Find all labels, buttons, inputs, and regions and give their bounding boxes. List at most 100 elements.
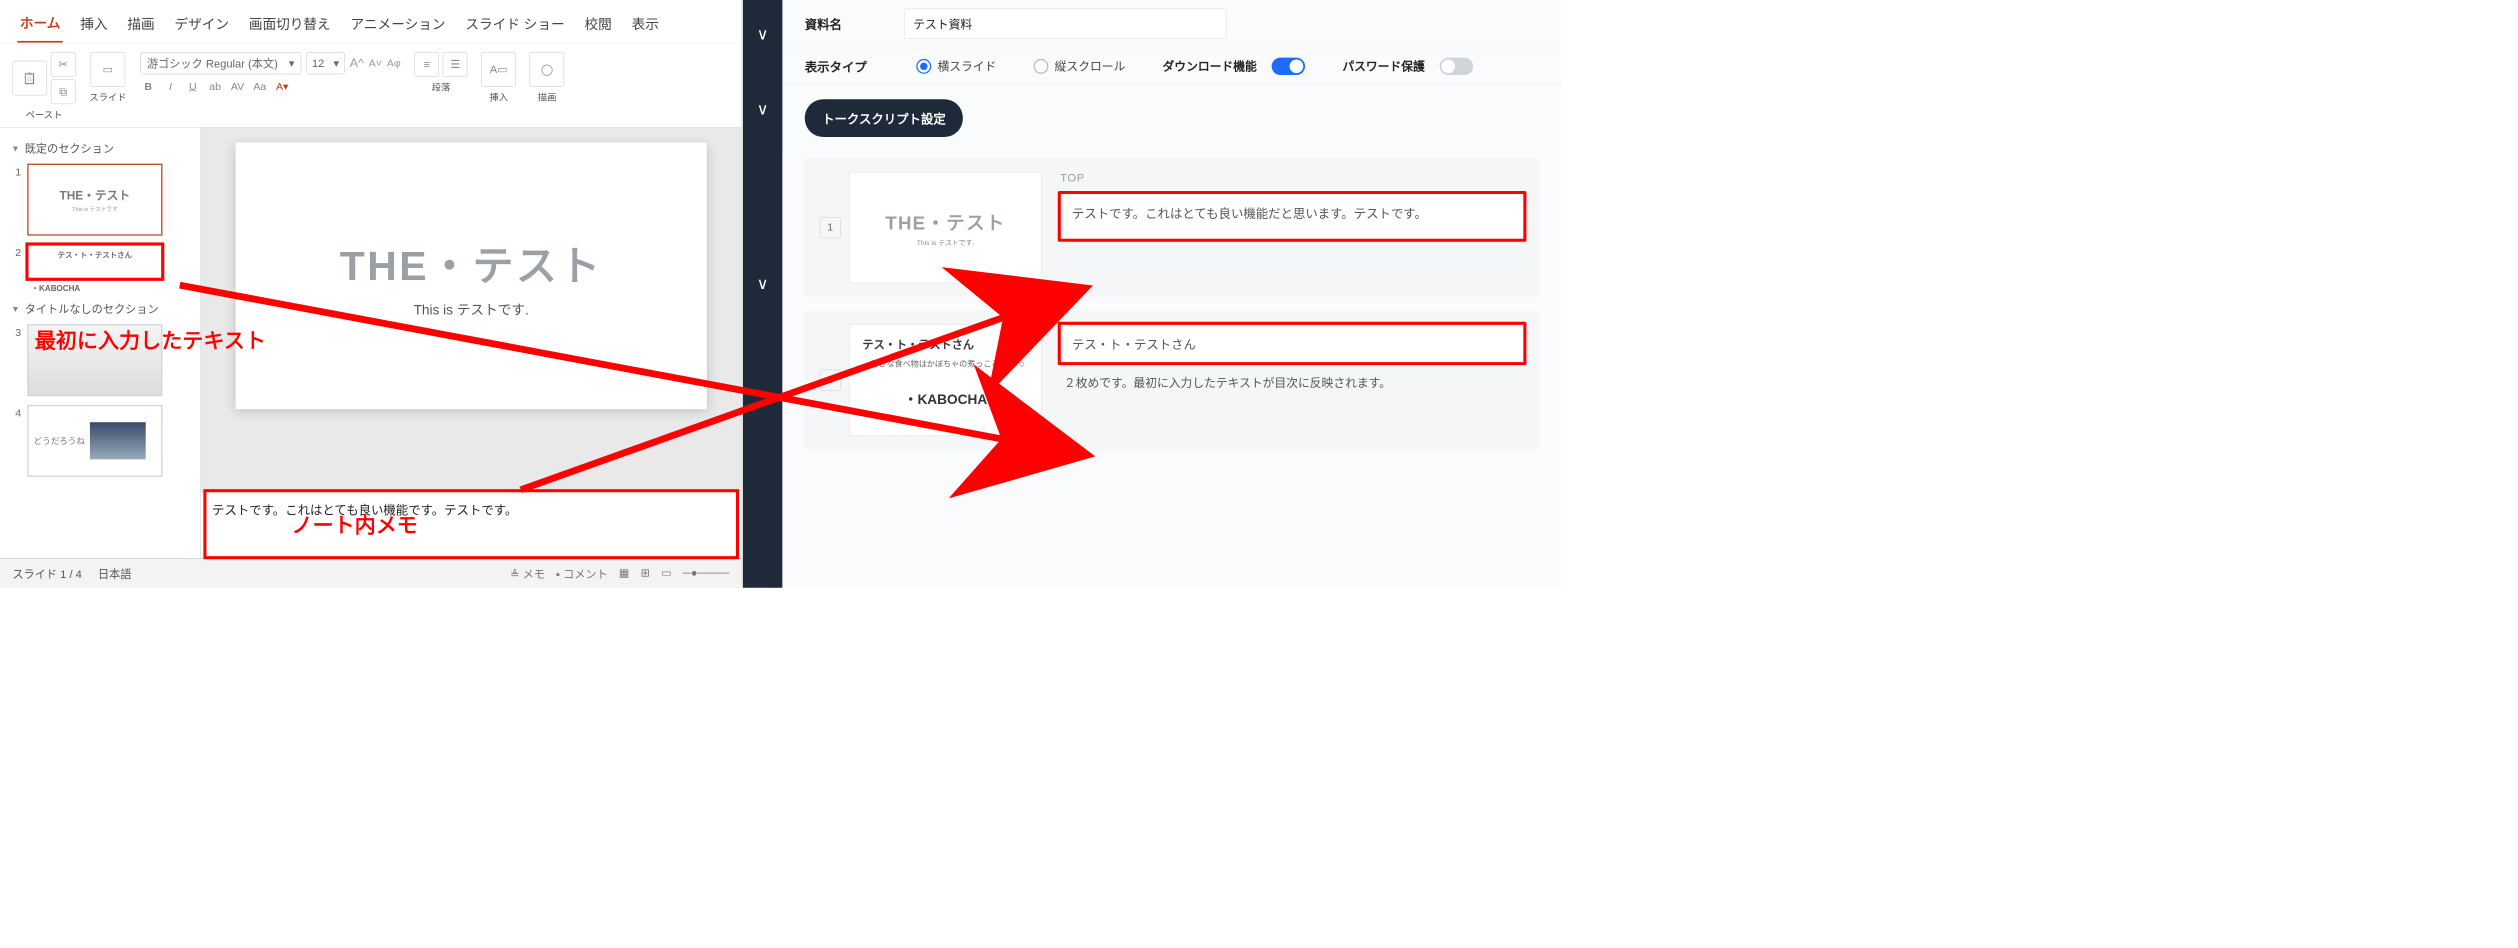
radio-vertical[interactable]: 縦スクロール — [1034, 58, 1126, 75]
ribbon-tabs: ホーム 挿入 描画 デザイン 画面切り替え アニメーション スライド ショー 校… — [0, 0, 742, 43]
shapes-icon[interactable]: ◯ — [530, 52, 565, 87]
thumb-2-title: テス・ト・テストさん — [58, 249, 132, 260]
group-insert-label: 挿入 — [489, 91, 508, 104]
card-1-num: 1 — [820, 217, 841, 238]
group-paste: 📋 ✂︎ ⧉ ペースト — [12, 52, 75, 121]
strike-icon[interactable]: ab — [207, 81, 223, 93]
notes-text: テストです。これはとても良い機能です。テストです。 — [212, 504, 517, 518]
download-toggle[interactable] — [1272, 57, 1305, 74]
section-untitled[interactable]: タイトルなしのセクション — [11, 301, 191, 317]
tab-animation[interactable]: アニメーション — [348, 8, 448, 41]
card-2-num: 2 — [820, 370, 841, 391]
font-color-icon[interactable]: A▾ — [274, 81, 290, 93]
powerpoint-window: ホーム 挿入 描画 デザイン 画面切り替え アニメーション スライド ショー 校… — [0, 0, 743, 588]
status-bar: スライド 1 / 4 日本語 ≜ メモ ▪ コメント ▦ ⊞ ▭ ─●──── — [0, 558, 742, 588]
underline-icon[interactable]: U — [185, 81, 201, 93]
talkscript-card-1: 1 THE・テスト This is テストです. TOP テストです。これはとて… — [805, 158, 1539, 297]
view-reading-icon[interactable]: ▭ — [661, 567, 672, 580]
tab-view[interactable]: 表示 — [629, 8, 661, 41]
group-paragraph-label: 段落 — [432, 81, 451, 94]
tab-home[interactable]: ホーム — [17, 7, 62, 42]
nav-strip: ∨ ∨ ∨ — [743, 0, 783, 588]
bold-icon[interactable]: B — [140, 81, 156, 93]
notes-pane[interactable]: テストです。これはとても良い機能です。テストです。 — [201, 491, 742, 558]
card-2-line2: ・好きな食べ物はかぼちゃの煮っころがし ☺ — [862, 357, 1026, 369]
bullets-icon[interactable]: ☰ — [443, 52, 468, 77]
thumb-1-sub: This is テストです — [72, 205, 118, 213]
section-default[interactable]: 既定のセクション — [11, 140, 191, 156]
radio-horizontal[interactable]: 横スライド — [916, 58, 996, 75]
font-name-value: 游ゴシック Regular (本文) — [147, 55, 278, 71]
font-size-value: 12 — [312, 57, 324, 70]
cut-icon[interactable]: ✂︎ — [51, 52, 76, 77]
spacing-icon[interactable]: AV — [229, 81, 245, 93]
status-memo-btn[interactable]: ≜ メモ — [510, 565, 545, 581]
status-slide: スライド 1 / 4 — [12, 565, 81, 581]
slide-subtitle: This is テストです. — [414, 299, 529, 319]
chevron-down-icon[interactable]: ∨ — [757, 100, 769, 119]
clear-format-icon[interactable]: Aφ — [387, 57, 401, 69]
tab-transition[interactable]: 画面切り替え — [246, 8, 333, 41]
doc-name-input[interactable]: テスト資料 — [904, 9, 1226, 39]
increase-font-icon[interactable]: A^ — [350, 56, 364, 70]
group-insert-shape: A▭ 挿入 — [481, 52, 516, 121]
thumb-4[interactable]: どうだろうね — [27, 405, 162, 477]
thumb-1[interactable]: THE・テスト This is テストです — [27, 164, 162, 236]
align-left-icon[interactable]: ≡ — [414, 52, 439, 77]
radio-vertical-label: 縦スクロール — [1055, 58, 1126, 75]
thumb-row-3[interactable]: 3 — [9, 324, 192, 396]
talkscript-body: 1 THE・テスト This is テストです. TOP テストです。これはとて… — [782, 152, 1561, 588]
font-size-select[interactable]: 12▾ — [306, 52, 344, 74]
tab-design[interactable]: デザイン — [172, 8, 232, 41]
card-1-top-label: TOP — [1060, 172, 1524, 185]
card-2-textbox[interactable]: テス・ト・テストさん — [1060, 324, 1524, 362]
display-options-row: 表示タイプ 横スライド 縦スクロール ダウンロード機能 パスワード保護 — [782, 48, 1561, 84]
talkscript-settings-button[interactable]: トークスクリプト設定 — [805, 99, 963, 137]
view-sorter-icon[interactable]: ⊞ — [641, 567, 650, 580]
group-slide-label: スライド — [89, 91, 126, 104]
thumb-row-4[interactable]: 4 どうだろうね — [9, 405, 192, 477]
thumb-row-2[interactable]: 2 テス・ト・テストさん — [9, 244, 192, 279]
status-comment-label: コメント — [563, 568, 608, 580]
status-comment-btn[interactable]: ▪ コメント — [556, 565, 608, 581]
thumb-num: 3 — [9, 324, 21, 339]
radio-horizontal-label: 横スライド — [937, 58, 996, 75]
thumb-row-1[interactable]: 1 THE・テスト This is テストです — [9, 164, 192, 236]
font-name-select[interactable]: 游ゴシック Regular (本文)▾ — [140, 52, 301, 74]
tab-insert[interactable]: 挿入 — [78, 8, 110, 41]
chevron-down-icon[interactable]: ∨ — [757, 274, 769, 293]
status-memo-label: メモ — [523, 568, 545, 580]
decrease-font-icon[interactable]: A˅ — [369, 57, 382, 69]
view-normal-icon[interactable]: ▦ — [619, 567, 630, 580]
group-font: 游ゴシック Regular (本文)▾ 12▾ A^ A˅ Aφ B I U a… — [140, 52, 401, 121]
thumb-3[interactable] — [27, 324, 162, 396]
thumb-2[interactable]: テス・ト・テストさん — [27, 244, 162, 279]
talkscript-card-2: 2 テス・ト・テストさん ・好きな食べ物はかぼちゃの煮っころがし ☺ ・KABO… — [805, 311, 1539, 450]
text-effects-icon[interactable]: Aa — [252, 81, 268, 93]
card-1-thumb[interactable]: THE・テスト This is テストです. — [849, 172, 1041, 284]
copy-icon[interactable]: ⧉ — [51, 79, 76, 104]
slide-page[interactable]: THE・テスト This is テストです. — [236, 143, 707, 410]
tab-draw[interactable]: 描画 — [125, 8, 157, 41]
zoom-slider[interactable]: ─●──── — [683, 567, 729, 580]
paste-icon[interactable]: 📋 — [12, 61, 47, 96]
thumb-1-title: THE・テスト — [60, 187, 131, 204]
card-1-thumb-title: THE・テスト — [885, 208, 1005, 235]
card-2-thumb[interactable]: テス・ト・テストさん ・好きな食べ物はかぼちゃの煮っころがし ☺ ・KABOCH… — [849, 324, 1041, 436]
group-draw: ◯ 描画 — [530, 52, 565, 121]
italic-icon[interactable]: I — [162, 81, 178, 93]
thumb-num: 2 — [9, 244, 21, 259]
thumb-num: 4 — [9, 405, 21, 420]
settings-panel: 資料名 テスト資料 表示タイプ 横スライド 縦スクロール ダウンロード機能 パス… — [782, 0, 1561, 588]
chevron-down-icon[interactable]: ∨ — [757, 25, 769, 44]
password-toggle[interactable] — [1440, 57, 1473, 74]
textbox-icon[interactable]: A▭ — [481, 52, 516, 87]
tab-slideshow[interactable]: スライド ショー — [463, 8, 567, 41]
slide-canvas[interactable]: THE・テスト This is テストです. — [201, 128, 742, 491]
ribbon-body: 📋 ✂︎ ⧉ ペースト ▭ スライド 游ゴシック Regular (本文)▾ 1… — [0, 43, 742, 128]
radio-on-icon — [916, 59, 931, 74]
card-1-textbox[interactable]: テストです。これはとても良い機能だと思います。テストです。 — [1060, 193, 1524, 239]
tab-review[interactable]: 校閲 — [582, 8, 614, 41]
thumbnail-panel[interactable]: 既定のセクション 1 THE・テスト This is テストです 2 テス・ト・… — [0, 128, 201, 558]
new-slide-icon[interactable]: ▭ — [91, 52, 126, 87]
